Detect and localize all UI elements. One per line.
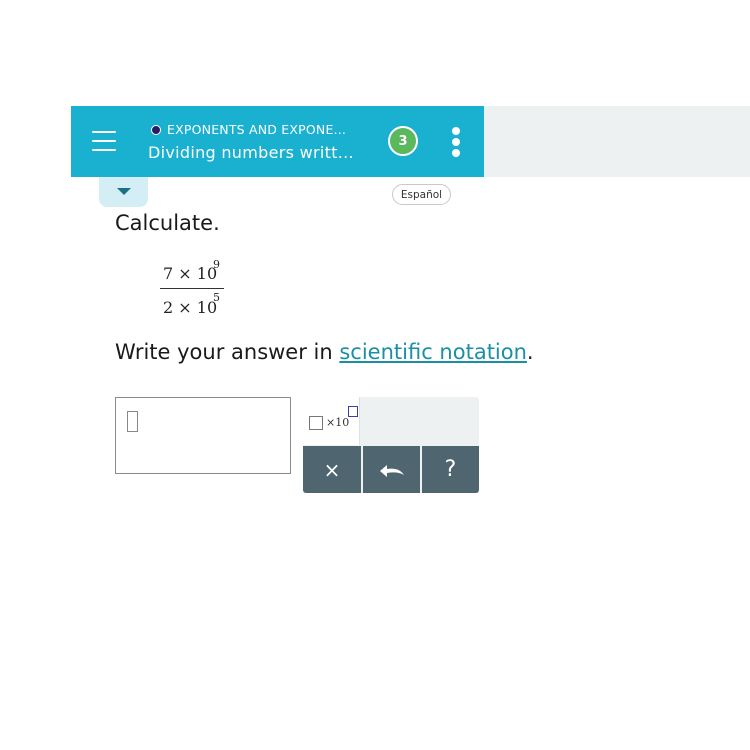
scientific-notation-key[interactable]: ×10 [303, 397, 360, 445]
hamburger-menu-icon[interactable] [92, 131, 116, 151]
instruction-suffix: . [526, 340, 534, 364]
collapse-toggle-button[interactable] [99, 177, 148, 207]
fraction-bar [160, 288, 224, 289]
undo-icon [379, 464, 404, 477]
topic-label: EXPONENTS AND EXPONE... [167, 122, 347, 137]
more-options-icon[interactable] [451, 127, 461, 157]
keypad-action-row: × ? [303, 446, 479, 493]
topic-row: EXPONENTS AND EXPONE... [151, 122, 346, 137]
fraction-expression: 7 × 10 9 2 × 10 5 [160, 258, 224, 322]
topic-status-dot [151, 124, 161, 135]
help-button[interactable]: ? [420, 446, 479, 493]
top-bar: EXPONENTS AND EXPONE... Dividing numbers… [71, 106, 484, 177]
undo-button[interactable] [361, 446, 420, 493]
numerator-base: 7 × 10 [163, 264, 218, 283]
exponent-slot-icon [348, 406, 358, 417]
instruction-prefix: Write your answer in [115, 340, 340, 364]
sci-key-text: ×10 [326, 416, 350, 429]
instruction-text: Write your answer in scientific notation… [115, 340, 534, 364]
denominator-base: 2 × 10 [163, 298, 218, 317]
scientific-notation-link[interactable]: scientific notation [339, 340, 527, 364]
fraction-numerator: 7 × 10 9 [160, 258, 224, 286]
top-bar-extension [484, 106, 750, 177]
numerator-exponent: 9 [213, 258, 220, 271]
language-toggle-button[interactable]: Español [392, 184, 451, 205]
page-title: Dividing numbers writt... [148, 143, 354, 162]
answer-input[interactable] [115, 397, 291, 474]
clear-button[interactable]: × [303, 446, 361, 493]
coefficient-slot-icon [309, 416, 323, 430]
question-prompt: Calculate. [115, 211, 220, 235]
fraction-denominator: 2 × 10 5 [160, 291, 224, 322]
empty-slot-icon [127, 411, 138, 432]
math-keypad: ×10 × ? [303, 397, 479, 493]
denominator-exponent: 5 [213, 291, 220, 304]
triangle-down-icon [117, 188, 131, 195]
progress-badge[interactable]: 3 [388, 126, 418, 156]
